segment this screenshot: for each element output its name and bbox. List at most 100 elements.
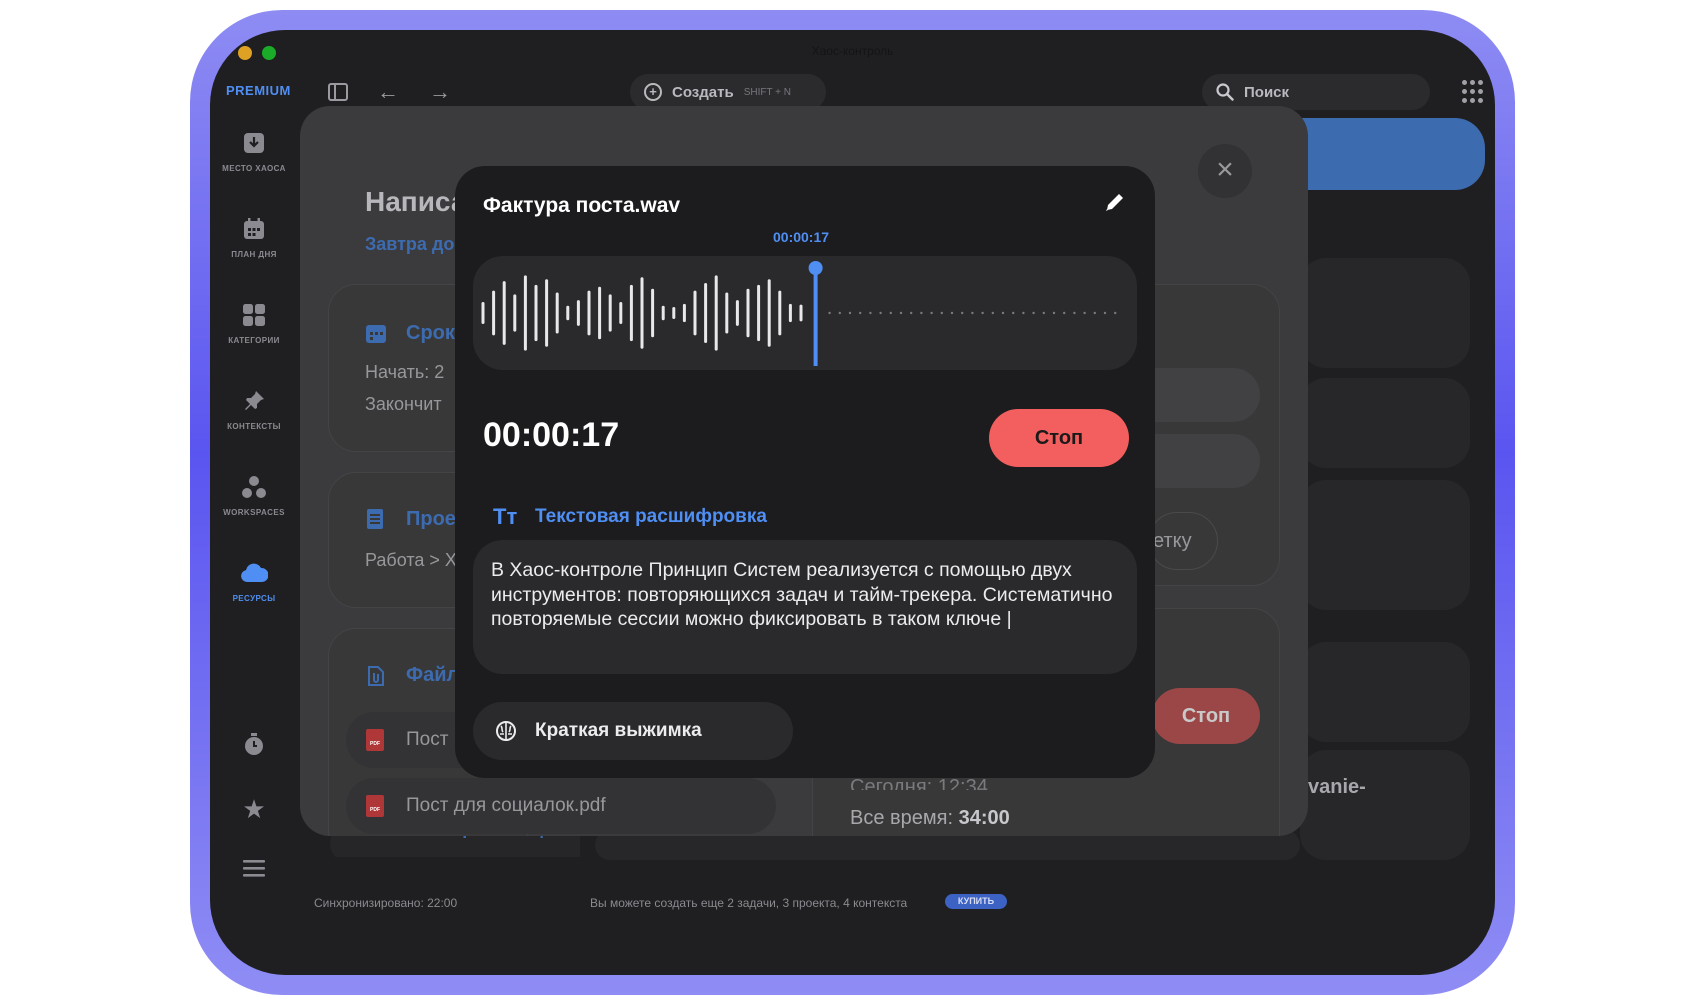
- pin-icon: [210, 386, 298, 416]
- app-window: Хаос-контроль PREMIUM ← → + Создать SHIF…: [210, 30, 1495, 975]
- file-item: PDF Пост для социалок.pdf: [346, 778, 776, 834]
- device-frame: Хаос-контроль PREMIUM ← → + Создать SHIF…: [190, 10, 1515, 995]
- waveform-placeholder-dot: [991, 311, 994, 315]
- waveform-placeholder-dot: [889, 311, 892, 315]
- grid-icon: [210, 300, 298, 330]
- waveform-placeholder-dot: [1103, 311, 1107, 315]
- project-path: Работа > Х: [365, 550, 457, 570]
- summary-button[interactable]: Краткая выжимка: [473, 702, 793, 760]
- search-placeholder: Поиск: [1244, 83, 1290, 101]
- sidebar-item-label: ПЛАН ДНЯ: [231, 250, 277, 259]
- brain-icon: [496, 721, 516, 741]
- waveform-placeholder-dot: [971, 311, 974, 315]
- sidebar-item-label: КОНТЕКСТЫ: [227, 422, 281, 431]
- timer-button[interactable]: [210, 732, 298, 762]
- waveform-panel[interactable]: [473, 256, 1137, 370]
- today-time: Сегодня: 12:34: [850, 776, 988, 790]
- waveform-placeholder-dot: [1001, 311, 1005, 315]
- pdf-icon: PDF: [366, 795, 384, 817]
- waveform-placeholder-dot: [1073, 311, 1076, 315]
- sidebar-item-chaos-place[interactable]: МЕСТО ХАОСА: [210, 128, 298, 173]
- pencil-icon[interactable]: [1103, 190, 1131, 218]
- waveform-placeholder-dot: [920, 311, 923, 315]
- sidebar-item-workspaces[interactable]: WORKSPACES: [210, 472, 298, 517]
- stopwatch-icon: [210, 732, 298, 762]
- waveform-placeholder-dot: [1032, 311, 1035, 315]
- start-text: Начать: 2: [365, 362, 445, 382]
- sidebar-item-day-plan[interactable]: ПЛАН ДНЯ: [210, 214, 298, 259]
- search-icon: [1216, 83, 1234, 101]
- back-arrow-icon[interactable]: ←: [374, 78, 402, 106]
- cloud-icon: [210, 558, 298, 588]
- apps-grid-icon[interactable]: [1462, 80, 1484, 104]
- search-input[interactable]: Поиск: [1202, 74, 1430, 110]
- recording-modal: Фактура поста.wav 00:00:17 00:00:17 Стоп…: [455, 166, 1155, 778]
- document-icon: [366, 508, 384, 536]
- waveform-placeholder-dot: [1063, 311, 1066, 315]
- waveform-placeholder-dot: [1052, 311, 1056, 315]
- waveform-placeholder-dot: [1114, 311, 1117, 315]
- end-text: Закончит: [365, 394, 442, 414]
- waveform-placeholder-dot: [1093, 311, 1096, 315]
- forward-arrow-icon[interactable]: →: [426, 78, 454, 106]
- waveform-placeholder-dot: [1012, 311, 1015, 315]
- premium-label[interactable]: PREMIUM: [226, 83, 291, 98]
- waveform-placeholder-dot: [1042, 311, 1045, 315]
- sync-status: Синхронизировано: 22:00: [314, 896, 458, 910]
- stop-button[interactable]: Стоп: [989, 409, 1129, 467]
- waveform-placeholder-dot: [1083, 311, 1086, 315]
- pdf-icon: PDF: [366, 729, 384, 751]
- buy-button[interactable]: КУПИТЬ: [945, 894, 1007, 909]
- sidebar-item-label: МЕСТО ХАОСА: [222, 164, 286, 173]
- background-card: [1300, 258, 1470, 368]
- transcript-text[interactable]: В Хаос-контроле Принцип Систем реализует…: [491, 558, 1121, 632]
- sidebar-item-resources[interactable]: РЕСУРСЫ: [210, 558, 298, 603]
- all-time-value: 34:00: [958, 807, 1010, 829]
- transcript-box[interactable]: В Хаос-контроле Принцип Систем реализует…: [473, 540, 1137, 674]
- waveform: [481, 261, 1117, 366]
- background-stop-button: Стоп: [1152, 688, 1260, 744]
- sidebar-toggle-icon[interactable]: [324, 78, 352, 106]
- calendar-icon: [210, 214, 298, 244]
- waveform-placeholder-dot: [910, 311, 913, 315]
- waveform-placeholder-dot: [869, 311, 872, 315]
- playhead-time: 00:00:17: [773, 229, 830, 245]
- file-name: Пост: [406, 729, 449, 750]
- waveform-placeholder-dot: [961, 311, 964, 315]
- paperclip-file-icon: [366, 664, 386, 694]
- text-format-icon: Tт: [493, 504, 518, 529]
- playhead-handle[interactable]: [808, 261, 823, 275]
- files-heading: Файл: [406, 664, 460, 686]
- menu-button[interactable]: [210, 856, 298, 886]
- star-icon: ★: [242, 794, 266, 824]
- waveform-placeholder-dot: [848, 311, 852, 315]
- favorites-button[interactable]: ★: [210, 794, 298, 824]
- workspaces-icon: [210, 472, 298, 502]
- sidebar-item-label: РЕСУРСЫ: [232, 594, 276, 603]
- close-icon[interactable]: ×: [1198, 144, 1252, 198]
- waveform-placeholder-dot: [1022, 311, 1025, 315]
- all-time-label: Все время:: [850, 807, 954, 829]
- waveform-placeholder-dot: [879, 311, 882, 315]
- sidebar-item-label: WORKSPACES: [223, 508, 285, 517]
- plus-circle-icon: +: [644, 83, 662, 101]
- inbox-icon: [210, 128, 298, 158]
- waveform-placeholder-dot: [859, 311, 862, 315]
- sidebar-item-categories[interactable]: КАТЕГОРИИ: [210, 300, 298, 345]
- create-shortcut: SHIFT + N: [743, 86, 792, 98]
- background-text-fragment: vanie-: [1308, 776, 1366, 798]
- waveform-placeholder-dot: [940, 311, 943, 315]
- waveform-placeholder-dot: [981, 311, 984, 315]
- create-button[interactable]: + Создать SHIFT + N: [630, 74, 826, 110]
- summary-label: Краткая выжимка: [535, 720, 702, 741]
- waveform-placeholder-dot: [930, 311, 933, 315]
- background-card: [1300, 750, 1470, 860]
- recording-file-name: Фактура поста.wav: [483, 194, 681, 217]
- sidebar-item-contexts[interactable]: КОНТЕКСТЫ: [210, 386, 298, 431]
- waveform-placeholder-dot: [950, 311, 954, 315]
- task-title: Написа: [365, 186, 467, 217]
- add-tag-button: етку: [1148, 512, 1218, 570]
- window-title: Хаос-контроль: [811, 44, 894, 58]
- limits-text: Вы можете создать еще 2 задачи, 3 проект…: [590, 896, 908, 910]
- all-time-total: Все время: 34:00: [850, 807, 1010, 830]
